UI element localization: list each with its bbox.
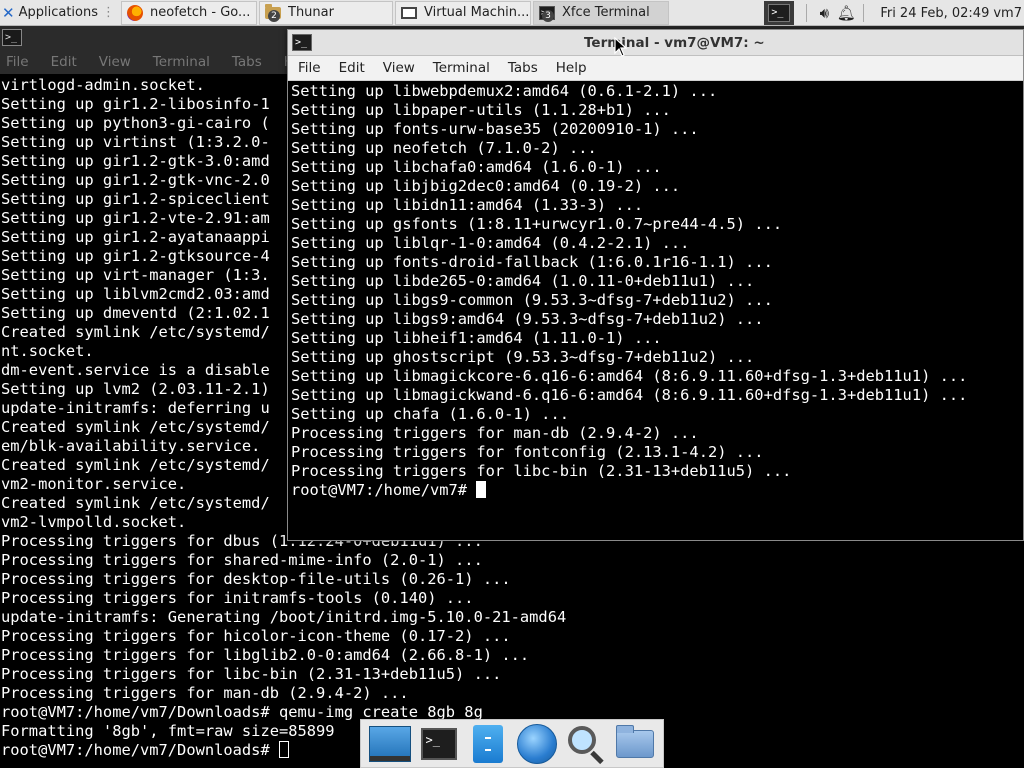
clock[interactable]: Fri 24 Feb, 02:49 bbox=[870, 6, 993, 21]
applications-menu-label: Applications bbox=[18, 5, 98, 20]
window-count-badge: 2 bbox=[268, 9, 280, 22]
terminal-line: Processing triggers for desktop-file-uti… bbox=[1, 570, 511, 588]
terminal-line: Setting up libheif1:amd64 (1.11.0-1) ... bbox=[291, 329, 662, 347]
taskbar-item-thunar[interactable]: 2 Thunar bbox=[259, 0, 393, 25]
files-icon bbox=[472, 724, 503, 763]
terminal-line: Setting up libde265-0:amd64 (1.0.11-0+de… bbox=[291, 272, 755, 290]
terminal-line: Setting up libwebpdemux2:amd64 (0.6.1-2.… bbox=[291, 82, 718, 100]
terminal-icon: >_ 3 bbox=[538, 4, 556, 22]
window-count-badge: 3 bbox=[542, 9, 554, 22]
terminal-line: Setting up libmagickcore-6.q16-6:amd64 (… bbox=[291, 367, 968, 385]
terminal-line: Setting up fonts-droid-fallback (1:6.0.1… bbox=[291, 253, 773, 271]
terminal-line: Setting up ghostscript (9.53.3~dfsg-7+de… bbox=[291, 348, 755, 366]
terminal-cursor bbox=[278, 741, 289, 758]
xfce-logo-icon: ✕ bbox=[2, 3, 15, 22]
volume-icon[interactable]: 🔊︎ bbox=[813, 4, 835, 22]
terminal-line: Processing triggers for libglib2.0-0:amd… bbox=[1, 646, 530, 664]
menu-edit[interactable]: Edit bbox=[45, 54, 77, 70]
terminal-icon: >_ bbox=[768, 4, 791, 22]
terminal-cursor bbox=[476, 481, 487, 498]
taskbar-item-label: Xfce Terminal bbox=[562, 5, 650, 20]
terminal-line: Setting up libchafa0:amd64 (1.6.0-1) ... bbox=[291, 158, 662, 176]
firefox-icon bbox=[126, 4, 144, 22]
dock-terminal[interactable]: >_ bbox=[417, 722, 461, 766]
menu-terminal[interactable]: Terminal bbox=[423, 60, 490, 76]
terminal-line: Processing triggers for initramfs-tools … bbox=[1, 589, 474, 607]
window-title: Terminal - vm7@VM7: ~ bbox=[584, 35, 765, 51]
terminal-line: Processing triggers for man-db (2.9.4-2)… bbox=[1, 684, 409, 702]
terminal-line: Setting up libmagickwand-6.q16-6:amd64 (… bbox=[291, 386, 968, 404]
dock-app-finder[interactable] bbox=[564, 722, 608, 766]
terminal-icon: >_ bbox=[2, 29, 22, 46]
applications-menu[interactable]: ✕ Applications ⋮ bbox=[0, 0, 119, 26]
terminal-window: >_ Terminal - vm7@VM7: ~ File Edit View … bbox=[287, 29, 1024, 541]
terminal-line: Setting up gsfonts (1:8.11+urwcyr1.0.7~p… bbox=[291, 215, 783, 233]
terminal-line: Setting up neofetch (7.1.0-2) ... bbox=[291, 139, 597, 157]
terminal-line: Processing triggers for man-db (2.9.4-2)… bbox=[291, 424, 699, 442]
top-panel: ✕ Applications ⋮ neofetch - Go... 2 Thun… bbox=[0, 0, 1024, 26]
terminal-line: Setting up libgs9:amd64 (9.53.3~dfsg-7+d… bbox=[291, 310, 764, 328]
menu-edit[interactable]: Edit bbox=[329, 60, 365, 76]
menu-view[interactable]: View bbox=[93, 54, 131, 70]
terminal-line: Setting up libpaper-utils (1.1.28+b1) ..… bbox=[291, 101, 671, 119]
dock-web-browser[interactable] bbox=[515, 722, 559, 766]
separator bbox=[863, 4, 865, 22]
terminal-line: Setting up libjbig2dec0:amd64 (0.19-2) .… bbox=[291, 177, 681, 195]
desktop-icon bbox=[368, 725, 411, 762]
taskbar-item-label: neofetch - Go... bbox=[150, 5, 251, 20]
terminal-line: Setting up liblqr-1-0:amd64 (0.4.2-2.1) … bbox=[291, 234, 690, 252]
terminal-icon: >_ bbox=[292, 34, 312, 51]
taskbar-item-xfce-terminal[interactable]: >_ 3 Xfce Terminal bbox=[533, 0, 669, 25]
dock-show-desktop[interactable] bbox=[368, 722, 412, 766]
terminal-line: Setting up libidn11:amd64 (1.33-3) ... bbox=[291, 196, 644, 214]
terminal-line: Processing triggers for shared-mime-info… bbox=[1, 551, 483, 569]
tray-terminal-launcher[interactable]: >_ bbox=[764, 1, 795, 25]
terminal-line: Setting up libgs9-common (9.53.3~dfsg-7+… bbox=[291, 291, 773, 309]
menu-tabs[interactable]: Tabs bbox=[498, 60, 538, 76]
menu-file[interactable]: File bbox=[0, 54, 29, 70]
user-menu[interactable]: vm7 bbox=[993, 6, 1024, 21]
menu-file[interactable]: File bbox=[288, 60, 321, 76]
folder-icon bbox=[615, 724, 654, 758]
virtual-machine-icon bbox=[400, 4, 418, 22]
taskbar-item-virtual-machine-manager[interactable]: Virtual Machin... bbox=[395, 0, 531, 25]
menu-terminal[interactable]: Terminal bbox=[147, 54, 210, 70]
separator: ⋮ bbox=[102, 5, 115, 20]
terminal-line: update-initramfs: Generating /boot/initr… bbox=[1, 608, 567, 626]
menu-bar: File Edit View Terminal Tabs Help bbox=[288, 56, 1023, 81]
folder-icon: 2 bbox=[264, 3, 282, 22]
terminal-icon: >_ bbox=[420, 727, 457, 760]
notification-bell-icon[interactable]: 🔔︎ bbox=[835, 4, 857, 22]
taskbar-item-label: Thunar bbox=[288, 5, 334, 20]
taskbar-item-firefox[interactable]: neofetch - Go... bbox=[121, 0, 257, 25]
separator bbox=[806, 4, 808, 22]
terminal-line: Setting up chafa (1.6.0-1) ... bbox=[291, 405, 569, 423]
terminal-output[interactable]: Setting up libwebpdemux2:amd64 (0.6.1-2.… bbox=[291, 82, 1022, 538]
terminal-line: Processing triggers for libc-bin (2.31-1… bbox=[291, 462, 792, 480]
search-icon bbox=[566, 724, 606, 764]
dock-file-manager[interactable] bbox=[466, 722, 510, 766]
taskbar-item-label: Virtual Machin... bbox=[424, 5, 530, 20]
terminal-line: root@VM7:/home/vm7# bbox=[291, 481, 1022, 500]
terminal-line: Setting up fonts-urw-base35 (20200910-1)… bbox=[291, 120, 699, 138]
mouse-pointer-icon bbox=[614, 37, 628, 57]
terminal-line: Processing triggers for fontconfig (2.13… bbox=[291, 443, 764, 461]
menu-view[interactable]: View bbox=[373, 60, 415, 76]
globe-icon bbox=[516, 723, 557, 764]
menu-tabs[interactable]: Tabs bbox=[226, 54, 262, 70]
system-tray: >_ 🔊︎ 🔔︎ Fri 24 Feb, 02:49 vm7 bbox=[764, 0, 1024, 26]
menu-help[interactable]: Help bbox=[546, 60, 587, 76]
window-titlebar[interactable]: >_ Terminal - vm7@VM7: ~ bbox=[288, 30, 1023, 56]
dock-home-folder[interactable] bbox=[613, 722, 657, 766]
dock: >_ bbox=[360, 719, 664, 768]
terminal-line: Processing triggers for libc-bin (2.31-1… bbox=[1, 665, 502, 683]
terminal-line: Processing triggers for hicolor-icon-the… bbox=[1, 627, 511, 645]
